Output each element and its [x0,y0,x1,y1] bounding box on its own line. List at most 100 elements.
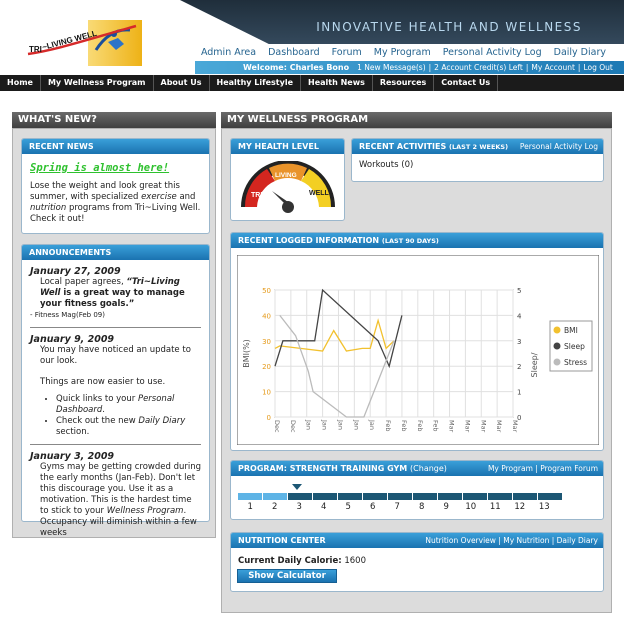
nutrition-overview-link[interactable]: Nutrition Overview [425,536,496,545]
program-progress [238,493,563,500]
y2-tick-label: 3 [517,338,521,346]
x-tick-label: Jan [321,419,329,430]
legend-swatch-bmi [553,326,561,334]
y2-tick-label: 5 [517,287,521,295]
x-tick-label: Mar [479,420,487,433]
step-label[interactable]: 10 [459,502,484,512]
progress-segment [438,493,462,500]
progress-segment [388,493,412,500]
calorie-line: Current Daily Calorie: 1600 [238,556,366,566]
step-label[interactable]: 2 [263,502,288,512]
y-axis-label: BMI(%) [242,339,251,368]
admin-area-link[interactable]: Admin Area [201,47,256,58]
step-label[interactable]: 5 [336,502,361,512]
my-program-link[interactable]: My Program [374,47,431,58]
step-label[interactable]: 6 [361,502,386,512]
step-label[interactable]: 4 [312,502,337,512]
main-nav: Home My Wellness Program About Us Health… [0,75,624,91]
y2-tick-label: 4 [517,312,522,320]
whats-new-title: WHAT'S NEW? [12,112,216,128]
progress-segment [413,493,437,500]
change-program-link[interactable]: (Change) [410,464,447,473]
nav-about-us[interactable]: About Us [154,75,210,91]
log-out-link[interactable]: Log Out [583,63,612,72]
personal-activity-log-link[interactable]: Personal Activity Log [443,47,542,58]
step-label[interactable]: 13 [532,502,557,512]
nutrition-title: NUTRITION CENTER Nutrition Overview | My… [231,533,603,548]
my-account-link[interactable]: My Account [531,63,575,72]
x-tick-label: Feb [384,420,392,432]
health-gauge[interactable]: TRI LIVING WELL [237,161,339,216]
step-label[interactable]: 11 [483,502,508,512]
y-tick-label: 0 [267,414,271,422]
legend-label-bmi: BMI [564,326,578,335]
welcome-text: Welcome: Charles Bono [243,63,350,72]
news-text: Lose the weight and look great this summ… [30,181,201,224]
y-tick-label: 50 [262,287,271,295]
progress-segment [463,493,487,500]
my-program-link[interactable]: My Program [488,464,533,473]
nav-resources[interactable]: Resources [373,75,435,91]
personal-activity-log-link[interactable]: Personal Activity Log [520,142,598,151]
progress-segment [488,493,512,500]
wellness-program-title: MY WELLNESS PROGRAM [221,112,612,128]
svg-text:TRI: TRI [29,45,42,54]
recent-news-box: RECENT NEWS Spring is almost here! Lose … [21,138,210,234]
show-calculator-button[interactable]: Show Calculator [237,569,337,583]
progress-segment [263,493,287,500]
announcement-text: You may have noticed an update to our lo… [40,345,191,366]
my-nutrition-link[interactable]: My Nutrition [503,536,549,545]
program-forum-link[interactable]: Program Forum [540,464,598,473]
x-tick-label: Feb [432,420,440,432]
health-level-box: MY HEALTH LEVEL TRI LIVING WELL [230,138,345,221]
nav-healthy-lifestyle[interactable]: Healthy Lifestyle [210,75,301,91]
welcome-bar: Welcome: Charles Bono 1 New Message(s) |… [195,61,624,74]
progress-segment [338,493,362,500]
y2-axis-label: Sleep/ [530,352,539,377]
news-headline[interactable]: Spring is almost here! [22,154,209,174]
announcement-date: January 27, 2009 [30,266,121,277]
y2-tick-label: 1 [517,389,521,397]
x-tick-label: Jan [368,419,376,430]
step-label[interactable]: 1 [238,502,263,512]
announcement-text: Gyms may be getting crowded during the e… [40,462,201,538]
nav-home[interactable]: Home [0,75,41,91]
gauge-label-living: LIVING [275,172,297,179]
nav-contact-us[interactable]: Contact Us [434,75,499,91]
announcement-bullets: Quick links to your Personal Dashboard. … [56,394,201,438]
tagline: INNOVATIVE HEALTH AND WELLNESS [316,20,582,34]
nav-my-wellness-program[interactable]: My Wellness Program [41,75,154,91]
x-tick-label: Dec [273,420,281,433]
logged-info-title: RECENT LOGGED INFORMATION (LAST 90 DAYS) [231,233,603,248]
progress-segment [238,493,262,500]
account-credits-link[interactable]: 2 Account Credit(s) Left [434,63,523,72]
daily-diary-link[interactable]: Daily Diary [554,47,606,58]
recent-news-title: RECENT NEWS [22,139,209,154]
logged-info-box: RECENT LOGGED INFORMATION (LAST 90 DAYS)… [230,232,604,451]
dashboard-link[interactable]: Dashboard [268,47,320,58]
step-label[interactable]: 8 [410,502,435,512]
x-tick-label: Feb [416,420,424,432]
nav-health-news[interactable]: Health News [301,75,373,91]
legend-label-sleep: Sleep [564,342,585,351]
announcement-date: January 3, 2009 [30,451,115,462]
x-tick-label: Dec [289,420,297,433]
new-messages-link[interactable]: 1 New Message(s) [357,63,426,72]
step-label[interactable]: 7 [385,502,410,512]
list-item: Quick links to your Personal Dashboard. [56,394,201,416]
y-tick-label: 10 [262,389,271,397]
step-label[interactable]: 12 [508,502,533,512]
daily-diary-link[interactable]: Daily Diary [557,536,598,545]
recent-activities-title: RECENT ACTIVITIES (LAST 2 WEEKS) Persona… [352,139,603,154]
x-tick-label: Mar [511,420,519,433]
announcement-text: Local paper agrees, “Tri~Living Well is … [40,277,185,309]
step-label[interactable]: 3 [287,502,312,512]
tri-living-well-logo[interactable]: TRI ~LIVING WELL [26,20,142,66]
step-label[interactable]: 9 [434,502,459,512]
progress-segment [513,493,537,500]
divider [30,444,201,445]
forum-link[interactable]: Forum [332,47,362,58]
current-step-marker [292,484,302,490]
x-tick-label: Jan [305,419,313,430]
recent-activities-box: RECENT ACTIVITIES (LAST 2 WEEKS) Persona… [351,138,604,182]
